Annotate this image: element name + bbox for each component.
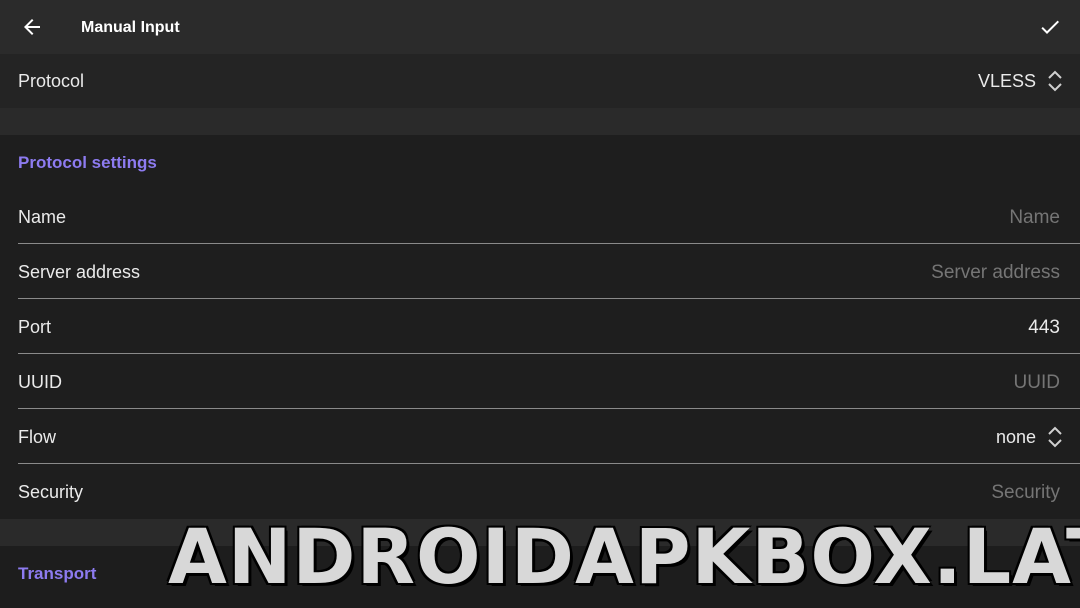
divider xyxy=(18,298,1080,299)
watermark: ANDROIDAPKBOX.LAT xyxy=(168,512,1080,601)
section-header-transport: Transport xyxy=(18,564,97,583)
server-address-input[interactable] xyxy=(658,245,1062,301)
divider xyxy=(18,408,1080,409)
back-button[interactable] xyxy=(14,9,50,45)
flow-label: Flow xyxy=(18,426,57,447)
uuid-input[interactable] xyxy=(658,355,1062,411)
section-header-protocol-settings: Protocol settings xyxy=(18,153,157,172)
unfold-icon xyxy=(1048,70,1062,92)
protocol-label: Protocol xyxy=(18,70,85,91)
flow-row[interactable]: Flow none xyxy=(0,410,1080,464)
protocol-row[interactable]: Protocol VLESS xyxy=(0,54,1080,108)
unfold-icon xyxy=(1048,426,1062,448)
manual-input-screen: Manual Input Protocol VLESS Protocol set… xyxy=(0,0,1080,608)
uuid-row[interactable]: UUID xyxy=(0,355,1080,411)
section-divider xyxy=(0,108,1080,135)
security-label: Security xyxy=(18,481,84,502)
divider xyxy=(18,353,1080,354)
arrow-left-icon xyxy=(24,19,40,35)
confirm-button[interactable] xyxy=(1032,9,1068,45)
port-input[interactable] xyxy=(658,300,1062,356)
server-address-label: Server address xyxy=(18,261,141,282)
flow-select-value[interactable]: none xyxy=(996,410,1036,464)
port-label: Port xyxy=(18,316,52,337)
port-row[interactable]: Port xyxy=(0,300,1080,356)
divider xyxy=(18,463,1080,464)
server-address-row[interactable]: Server address xyxy=(0,245,1080,301)
check-icon xyxy=(1041,20,1059,34)
page-title: Manual Input xyxy=(81,19,180,36)
name-label: Name xyxy=(18,206,67,227)
divider xyxy=(18,243,1080,244)
name-input[interactable] xyxy=(658,190,1062,246)
security-row[interactable]: Security xyxy=(0,465,1080,521)
uuid-label: UUID xyxy=(18,371,62,392)
name-row[interactable]: Name xyxy=(0,190,1080,246)
protocol-select-value[interactable]: VLESS xyxy=(978,54,1036,108)
toolbar: Manual Input xyxy=(0,0,1080,54)
